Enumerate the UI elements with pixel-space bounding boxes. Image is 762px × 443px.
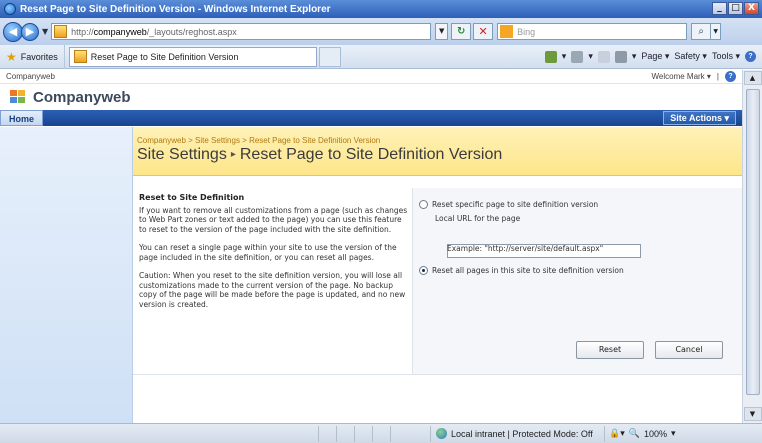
window-title-bar: Reset Page to Site Definition Version - … (0, 0, 762, 18)
description-paragraph-2: You can reset a single page within your … (139, 243, 397, 262)
page-menu[interactable]: Page ▾ (641, 51, 669, 62)
bing-icon (500, 25, 514, 38)
minimize-button[interactable]: _ (712, 2, 727, 15)
favorites-bar: ★ Favorites Reset Page to Site Definitio… (0, 44, 762, 69)
page-content: Companyweb Welcome Mark ▾ | ? Companyweb… (0, 70, 742, 423)
form-divider (133, 374, 742, 375)
status-divider (604, 425, 605, 442)
tools-menu[interactable]: Tools ▾ (712, 51, 740, 62)
form-content: Reset to Site Definition If you want to … (133, 176, 742, 423)
title-separator-icon: ▸ (230, 149, 236, 161)
scroll-down-icon[interactable]: ▼ (743, 407, 762, 421)
navigation-bar: ◀ ▶ ▼ http://companyweb/_layouts/reghost… (0, 18, 762, 45)
close-button[interactable]: X (744, 2, 759, 15)
history-dropdown-icon[interactable]: ▼ (42, 27, 48, 36)
search-button[interactable]: ⌕ (691, 23, 712, 40)
zoom-icon[interactable]: 🔍 (629, 428, 640, 439)
command-bar: ▾ ▾ ▾ Page ▾ Safety ▾ Tools ▾ ? (544, 50, 762, 63)
status-pane-3 (354, 425, 372, 442)
favorites-button[interactable]: ★ Favorites (0, 44, 65, 69)
back-button[interactable]: ◀ (3, 21, 23, 42)
vertical-scrollbar[interactable]: ▲ ▼ (742, 70, 762, 423)
print-dropdown-icon[interactable]: ▾ (632, 51, 637, 62)
security-zone[interactable]: Local intranet | Protected Mode: Off (430, 425, 598, 442)
print-icon[interactable] (614, 50, 627, 63)
status-pane-2 (336, 425, 354, 442)
site-link[interactable]: Companyweb (6, 72, 55, 81)
status-right: 🔒▾ 🔍 100% ▾ (598, 425, 676, 442)
top-divider: | (716, 72, 719, 81)
sharepoint-help-icon[interactable]: ? (725, 71, 736, 82)
option-all-label: Reset all pages in this site to site def… (432, 266, 624, 275)
mail-icon[interactable] (597, 50, 610, 63)
page-icon (54, 25, 68, 38)
zone-label: Local intranet | Protected Mode: Off (451, 428, 593, 439)
page-title: Site Settings ▸ Reset Page to Site Definit… (137, 146, 742, 164)
site-actions-menu[interactable]: Site Actions ▾ (663, 111, 736, 125)
local-url-label: Local URL for the page (435, 214, 521, 223)
page-title-area: Companyweb > Site Settings > Reset Page … (133, 127, 742, 176)
protected-mode-icon[interactable]: 🔒▾ (609, 428, 625, 439)
window-title: Reset Page to Site Definition Version - … (20, 3, 331, 15)
status-pane-4 (372, 425, 390, 442)
address-dropdown-icon[interactable]: ▼ (435, 23, 449, 40)
ie-logo-icon (4, 3, 16, 15)
feeds-icon[interactable] (571, 50, 584, 63)
scroll-thumb[interactable] (745, 89, 760, 395)
status-pane-1 (318, 425, 336, 442)
status-bar: Local intranet | Protected Mode: Off 🔒▾ … (0, 423, 762, 443)
favorites-label: Favorites (20, 51, 58, 62)
nav-home-tab[interactable]: Home (0, 110, 44, 126)
top-navigation: Home Site Actions ▾ (0, 110, 742, 126)
left-navigation (0, 127, 133, 423)
welcome-menu[interactable]: Welcome Mark ▾ (651, 72, 710, 81)
address-bar[interactable]: http://companyweb/_layouts/reghost.aspx (51, 23, 432, 40)
search-input[interactable]: Bing (497, 23, 688, 40)
sharepoint-logo-icon (10, 90, 28, 104)
zoom-dropdown-icon[interactable]: ▾ (671, 428, 676, 439)
description-paragraph-3: Caution: When you reset to the site defi… (139, 271, 406, 309)
page-title-current: Reset Page to Site Definition Version (239, 146, 503, 163)
option-specific-page[interactable]: Reset specific page to site definition v… (419, 200, 598, 209)
address-url: http://companyweb/_layouts/reghost.aspx (71, 26, 237, 37)
example-text: Example: "http://server/site/default.asp… (447, 244, 604, 253)
window-controls: _ □ X (712, 2, 759, 15)
forward-button[interactable]: ▶ (21, 22, 39, 41)
radio-all-pages[interactable] (419, 266, 428, 275)
tab-page-icon (73, 50, 87, 63)
search-placeholder: Bing (517, 26, 536, 37)
home-dropdown-icon[interactable]: ▾ (562, 51, 567, 62)
search-options-icon[interactable]: ▼ (711, 23, 722, 40)
browser-tab[interactable]: Reset Page to Site Definition Version (68, 46, 317, 67)
stop-button[interactable]: ✕ (473, 23, 494, 40)
description-paragraph-1: If you want to remove all customizations… (139, 205, 408, 234)
section-description: Reset to Site Definition If you want to … (139, 193, 409, 318)
page-title-site-settings[interactable]: Site Settings (137, 146, 227, 163)
cancel-button[interactable]: Cancel (655, 341, 723, 359)
site-title[interactable]: Companyweb (33, 89, 131, 106)
reset-button[interactable]: Reset (576, 341, 644, 359)
site-header: Companyweb (0, 84, 742, 110)
safety-menu[interactable]: Safety ▾ (674, 51, 707, 62)
star-icon: ★ (6, 49, 17, 64)
option-specific-label: Reset specific page to site definition v… (432, 200, 599, 209)
intranet-globe-icon (436, 428, 447, 439)
home-icon[interactable] (544, 50, 557, 63)
sharepoint-top-bar: Companyweb Welcome Mark ▾ | ? (0, 70, 742, 84)
tab-title: Reset Page to Site Definition Version (90, 51, 239, 62)
help-icon[interactable]: ? (745, 51, 756, 62)
maximize-button[interactable]: □ (728, 2, 743, 15)
new-tab-button[interactable] (318, 46, 341, 67)
option-all-pages[interactable]: Reset all pages in this site to site def… (419, 266, 624, 275)
breadcrumb[interactable]: Companyweb > Site Settings > Reset Page … (137, 136, 742, 145)
zoom-level[interactable]: 100% (644, 429, 667, 439)
status-message (0, 426, 318, 442)
scroll-up-icon[interactable]: ▲ (743, 71, 762, 85)
status-pane-5 (390, 425, 430, 442)
refresh-button[interactable]: ↻ (451, 23, 472, 40)
radio-specific-page[interactable] (419, 200, 428, 209)
feeds-dropdown-icon[interactable]: ▾ (588, 51, 593, 62)
section-heading: Reset to Site Definition (139, 193, 245, 202)
